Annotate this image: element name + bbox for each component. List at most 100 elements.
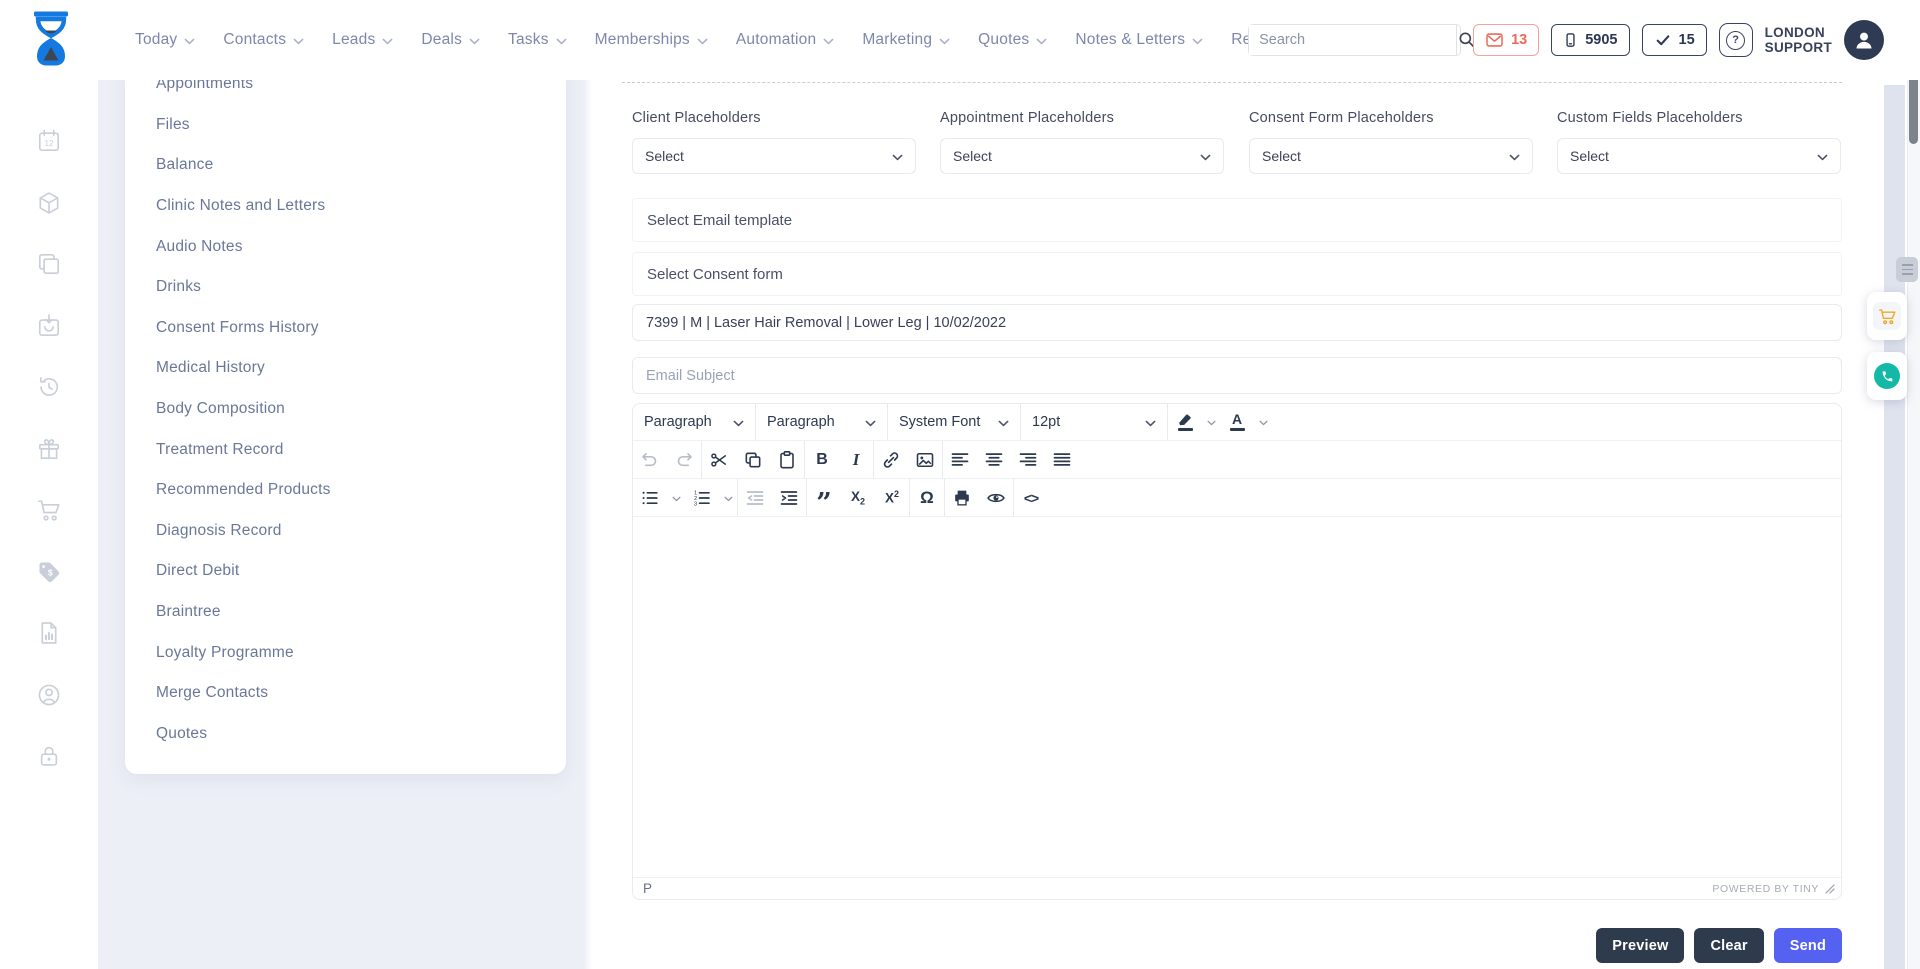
- highlight-color-button[interactable]: [1168, 404, 1202, 440]
- email-template-select[interactable]: Select Email template: [632, 198, 1842, 242]
- custom-fields-placeholders-select[interactable]: Select: [1557, 138, 1841, 174]
- email-subject-input[interactable]: [632, 357, 1842, 394]
- cut-button[interactable]: [702, 441, 736, 478]
- undo-button[interactable]: [633, 441, 667, 478]
- align-justify-button[interactable]: [1045, 441, 1079, 478]
- align-right-button[interactable]: [1011, 441, 1045, 478]
- copy-windows-icon[interactable]: [36, 251, 62, 277]
- menu-item-merge-contacts[interactable]: Merge Contacts: [125, 673, 566, 714]
- nav-item-automation[interactable]: Automation: [736, 31, 834, 49]
- highlight-color-menu-button[interactable]: [1202, 404, 1220, 440]
- menu-item-treatment-record[interactable]: Treatment Record: [125, 429, 566, 470]
- bold-button[interactable]: B: [805, 441, 839, 478]
- menu-item-diagnosis-record[interactable]: Diagnosis Record: [125, 511, 566, 552]
- superscript-button[interactable]: X2: [875, 479, 909, 516]
- block-format-select[interactable]: Paragraph: [633, 404, 755, 440]
- email-notifications-badge[interactable]: 13: [1473, 24, 1539, 56]
- menu-item-files[interactable]: Files: [125, 105, 566, 146]
- paste-button[interactable]: [770, 441, 804, 478]
- bullet-list-menu-button[interactable]: [667, 479, 685, 516]
- preview-eye-button[interactable]: [979, 479, 1013, 516]
- italic-button[interactable]: I: [839, 441, 873, 478]
- indent-button[interactable]: [772, 479, 806, 516]
- source-code-button[interactable]: <>: [1014, 479, 1048, 516]
- nav-item-contacts[interactable]: Contacts: [223, 31, 304, 49]
- cart-icon[interactable]: [36, 497, 62, 523]
- products-cube-icon[interactable]: [36, 190, 62, 216]
- insert-link-button[interactable]: [874, 441, 908, 478]
- scrollbar-track[interactable]: [1907, 0, 1920, 969]
- tasks-done-badge[interactable]: 15: [1642, 24, 1707, 56]
- calendar-import-icon[interactable]: [36, 313, 62, 339]
- calendar-icon[interactable]: 12: [36, 128, 62, 154]
- help-button[interactable]: ?: [1719, 23, 1753, 57]
- align-left-button[interactable]: [943, 441, 977, 478]
- nav-item-quotes[interactable]: Quotes: [978, 31, 1047, 49]
- nav-item-today[interactable]: Today: [135, 31, 195, 49]
- outdent-button[interactable]: [738, 479, 772, 516]
- nav-item-tasks[interactable]: Tasks: [508, 31, 567, 49]
- side-panel-handle[interactable]: [1896, 257, 1918, 282]
- align-center-button[interactable]: [977, 441, 1011, 478]
- bullet-list-button[interactable]: [633, 479, 667, 516]
- appointment-placeholders-select[interactable]: Select: [940, 138, 1224, 174]
- cart-icon-wrap: [1873, 302, 1901, 330]
- menu-item-consent-forms-history[interactable]: Consent Forms History: [125, 308, 566, 349]
- report-document-icon[interactable]: [36, 620, 62, 646]
- search-input[interactable]: [1249, 25, 1456, 55]
- text-color-menu-button[interactable]: [1254, 404, 1272, 440]
- font-size-select[interactable]: 12pt: [1021, 404, 1167, 440]
- indent-icon: [779, 488, 799, 508]
- lock-icon[interactable]: [36, 743, 62, 769]
- blockquote-button[interactable]: ”: [807, 479, 841, 516]
- menu-item-recommended-products[interactable]: Recommended Products: [125, 470, 566, 511]
- nav-item-memberships[interactable]: Memberships: [595, 31, 708, 49]
- insert-image-button[interactable]: [908, 441, 942, 478]
- consent-form-select[interactable]: Select Consent form: [632, 252, 1842, 296]
- redo-button[interactable]: [667, 441, 701, 478]
- font-family-select[interactable]: System Font: [888, 404, 1020, 440]
- menu-item-body-composition[interactable]: Body Composition: [125, 389, 566, 430]
- print-button[interactable]: [945, 479, 979, 516]
- consent-form-placeholders-select[interactable]: Select: [1249, 138, 1533, 174]
- menu-item-quotes[interactable]: Quotes: [125, 714, 566, 755]
- chevron-down-icon: [672, 496, 681, 502]
- sms-badge[interactable]: 5905: [1551, 24, 1629, 56]
- gift-icon[interactable]: [36, 436, 62, 462]
- clear-button[interactable]: Clear: [1694, 928, 1763, 963]
- price-tag-icon[interactable]: $: [36, 559, 62, 585]
- numbered-list-button[interactable]: 1 2 3: [685, 479, 719, 516]
- menu-item-direct-debit[interactable]: Direct Debit: [125, 551, 566, 592]
- menu-item-medical-history[interactable]: Medical History: [125, 348, 566, 389]
- send-button[interactable]: Send: [1774, 928, 1842, 963]
- editor-content-area[interactable]: [633, 517, 1841, 877]
- nav-item-marketing[interactable]: Marketing: [862, 31, 950, 49]
- menu-item-clinic-notes-letters[interactable]: Clinic Notes and Letters: [125, 186, 566, 227]
- subscript-button[interactable]: X2: [841, 479, 875, 516]
- paragraph-style-select[interactable]: Paragraph: [756, 404, 887, 440]
- treatment-reference-input[interactable]: [632, 304, 1842, 341]
- numbered-list-menu-button[interactable]: [719, 479, 737, 516]
- text-color-button[interactable]: A: [1220, 404, 1254, 440]
- floating-call-button[interactable]: [1867, 352, 1907, 400]
- menu-item-braintree[interactable]: Braintree: [125, 592, 566, 633]
- floating-cart-button[interactable]: [1867, 292, 1907, 340]
- app-logo[interactable]: [31, 11, 71, 69]
- nav-item-leads[interactable]: Leads: [332, 31, 393, 49]
- client-placeholders-select[interactable]: Select: [632, 138, 916, 174]
- align-left-icon: [950, 450, 970, 470]
- history-icon[interactable]: [36, 374, 62, 400]
- menu-item-loyalty-programme[interactable]: Loyalty Programme: [125, 632, 566, 673]
- nav-item-notes-letters[interactable]: Notes & Letters: [1075, 31, 1203, 49]
- resize-handle-icon[interactable]: [1825, 884, 1835, 894]
- preview-button[interactable]: Preview: [1596, 928, 1684, 963]
- mobile-phone-icon: [1563, 30, 1578, 50]
- menu-item-audio-notes[interactable]: Audio Notes: [125, 226, 566, 267]
- client-account-icon[interactable]: [36, 682, 62, 708]
- special-character-button[interactable]: Ω: [910, 479, 944, 516]
- nav-item-deals[interactable]: Deals: [421, 31, 480, 49]
- menu-item-balance[interactable]: Balance: [125, 145, 566, 186]
- copy-button[interactable]: [736, 441, 770, 478]
- user-avatar[interactable]: [1844, 20, 1884, 60]
- menu-item-drinks[interactable]: Drinks: [125, 267, 566, 308]
